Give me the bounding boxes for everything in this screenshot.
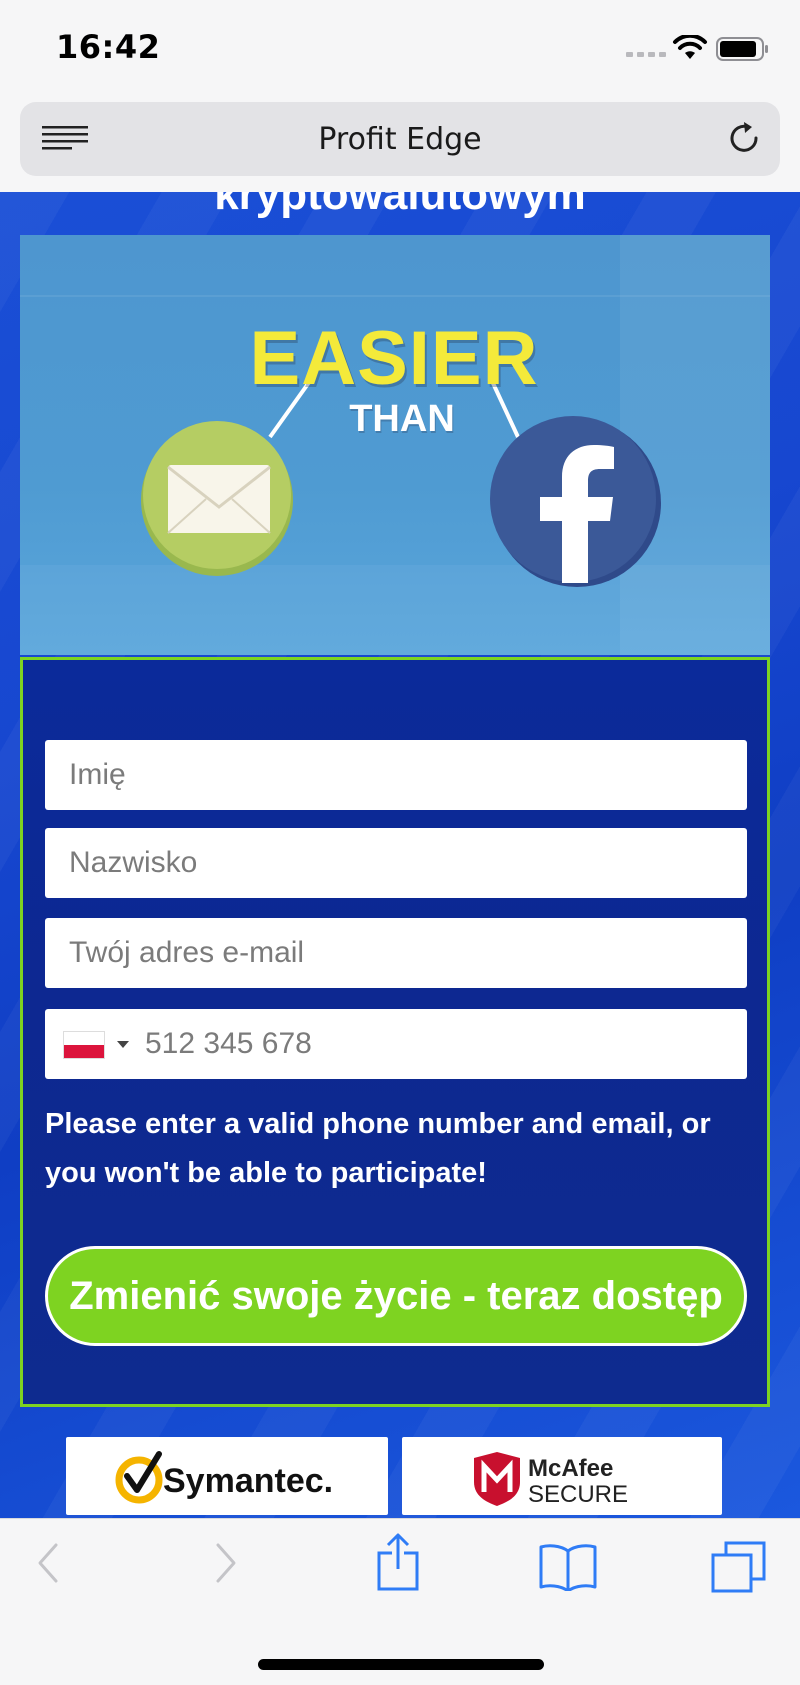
back-icon[interactable] bbox=[30, 1541, 70, 1585]
email-input[interactable] bbox=[45, 918, 747, 988]
symantec-text: Symantec. bbox=[163, 1462, 333, 1500]
web-page: kryptowalutowym EASIER THAN Imię Nazwisk… bbox=[0, 192, 800, 1518]
last-name-input[interactable] bbox=[45, 828, 747, 898]
first-name-input[interactable] bbox=[45, 740, 747, 810]
reload-icon[interactable] bbox=[726, 120, 764, 158]
pl-flag-icon[interactable] bbox=[63, 1031, 105, 1059]
hero-easier-text: EASIER bbox=[249, 316, 539, 401]
submit-button[interactable]: Zmienić swoje życie - teraz dostęp bbox=[45, 1246, 747, 1346]
tabs-icon[interactable] bbox=[710, 1541, 768, 1595]
status-bar: 16:42 bbox=[0, 0, 800, 95]
symantec-badge: Symantec. bbox=[66, 1437, 388, 1515]
bookmarks-icon[interactable] bbox=[538, 1541, 598, 1591]
forward-icon[interactable] bbox=[206, 1541, 246, 1585]
cellular-signal-icon bbox=[626, 52, 666, 57]
envelope-icon bbox=[167, 465, 271, 534]
mcafee-secure-text: SECURE bbox=[528, 1481, 628, 1508]
symantec-logo: Symantec. bbox=[115, 1451, 333, 1504]
home-indicator[interactable] bbox=[258, 1659, 544, 1670]
share-icon[interactable] bbox=[374, 1533, 422, 1593]
headline: kryptowalutowym bbox=[214, 192, 586, 219]
form-warning: Please enter a valid phone number and em… bbox=[45, 1108, 711, 1189]
mcafee-text: McAfee bbox=[528, 1455, 613, 1482]
mcafee-logo: McAfee SECURE bbox=[474, 1452, 628, 1508]
mcafee-badge: McAfee SECURE bbox=[402, 1437, 722, 1515]
address-bar[interactable]: Profit Edge bbox=[20, 102, 780, 176]
country-dropdown-caret-icon[interactable] bbox=[117, 1041, 129, 1048]
phone-field bbox=[45, 1009, 747, 1079]
phone-input[interactable] bbox=[145, 1009, 745, 1079]
wifi-icon bbox=[673, 35, 707, 59]
hero-illustration bbox=[141, 379, 661, 587]
hero-banner: EASIER THAN bbox=[20, 235, 770, 655]
battery-icon bbox=[716, 37, 768, 61]
page-title: Profit Edge bbox=[318, 122, 482, 157]
hero-than-text: THAN bbox=[349, 398, 455, 440]
status-time: 16:42 bbox=[56, 28, 161, 66]
signup-form: Please enter a valid phone number and em… bbox=[20, 657, 770, 1407]
